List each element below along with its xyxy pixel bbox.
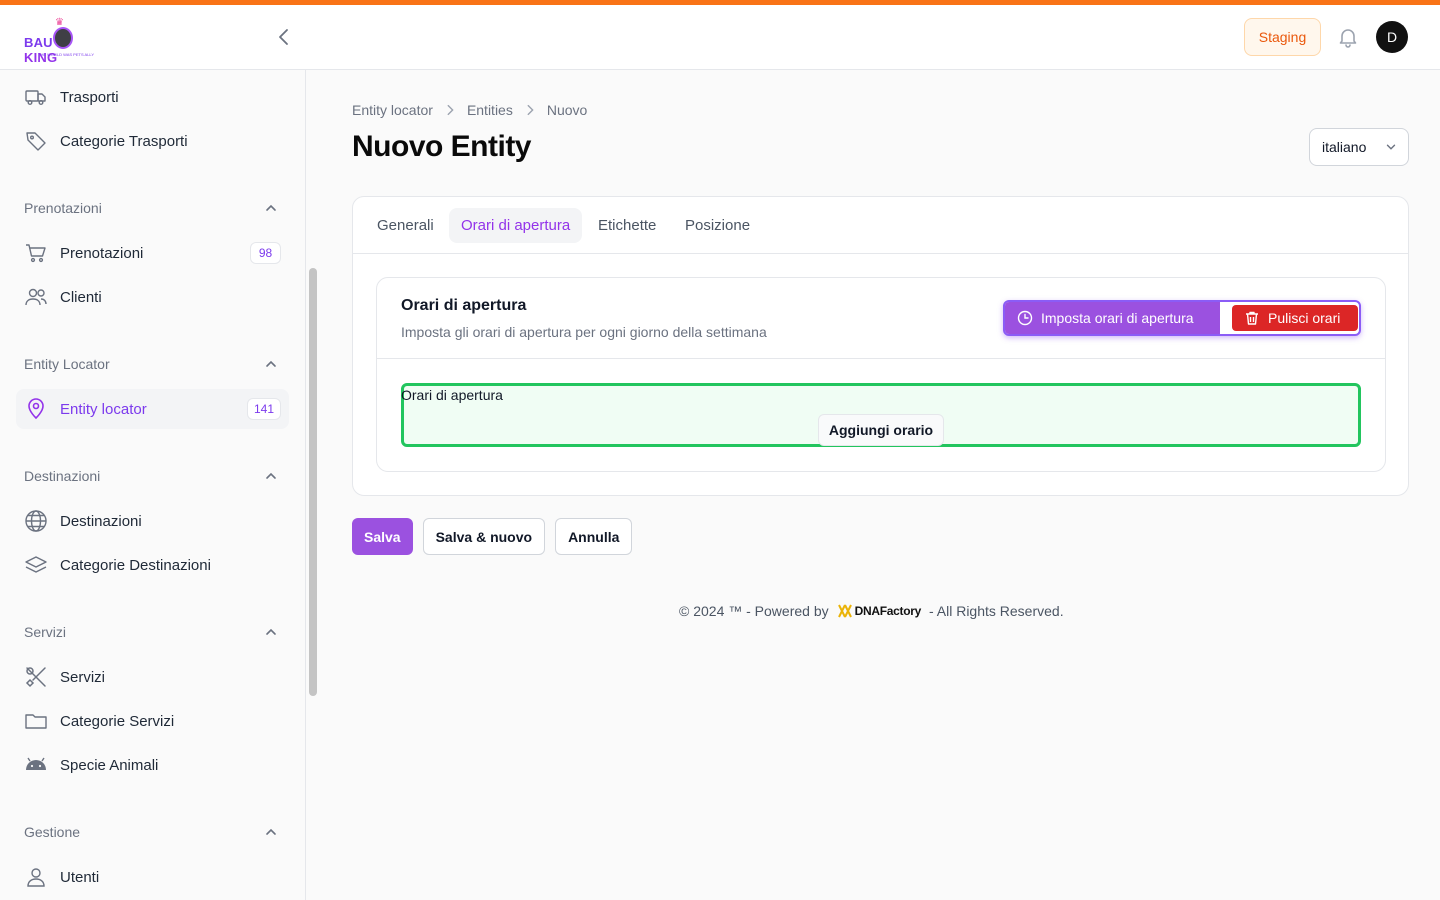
- truck-icon: [25, 90, 46, 105]
- sidebar-item-entity-locator[interactable]: Entity locator 141: [16, 389, 289, 429]
- chevron-up-icon: [266, 628, 276, 635]
- count-badge: 141: [246, 398, 281, 420]
- breadcrumb-item-entity-locator[interactable]: Entity locator: [352, 102, 433, 118]
- app-logo[interactable]: ♛ BAUKING THE WORLD WAS PETS ALLY: [24, 17, 104, 65]
- tab-generali[interactable]: Generali: [365, 208, 446, 243]
- chevron-up-icon: [266, 204, 276, 211]
- tools-icon: [25, 667, 46, 688]
- footer: © 2024 ™ - Powered by DNAFactory - All R…: [679, 603, 1064, 619]
- main-content: Entity locator Entities Nuovo Nuovo Enti…: [320, 70, 1440, 900]
- sidebar-item-categorie-destinazioni[interactable]: Categorie Destinazioni: [16, 545, 289, 585]
- section-actions: Imposta orari di apertura Pulisci orari: [1003, 300, 1361, 336]
- users-icon: [25, 288, 47, 306]
- sidebar-item-destinazioni[interactable]: Destinazioni: [16, 501, 289, 541]
- map-pin-icon: [28, 398, 44, 420]
- sidebar-group-destinazioni[interactable]: Destinazioni: [24, 466, 281, 486]
- layers-icon: [25, 556, 47, 573]
- language-select-value: italiano: [1322, 139, 1367, 155]
- user-avatar[interactable]: D: [1376, 21, 1408, 53]
- breadcrumb-item-entities[interactable]: Entities: [467, 102, 513, 118]
- language-select[interactable]: italiano: [1309, 128, 1409, 166]
- folder-icon: [25, 714, 47, 729]
- sidebar-item-label: Clienti: [60, 288, 102, 306]
- form-actions: Salva Salva & nuovo Annulla: [352, 518, 642, 556]
- save-button[interactable]: Salva: [352, 518, 413, 555]
- sidebar-item-label: Categorie Servizi: [60, 712, 175, 730]
- section-subtitle: Imposta gli orari di apertura per ogni g…: [401, 324, 767, 340]
- count-badge: 98: [250, 242, 281, 264]
- tag-icon: [26, 132, 46, 151]
- sidebar-item-label: Trasporti: [60, 88, 119, 106]
- chevron-right-icon: [447, 104, 454, 116]
- globe-icon: [25, 510, 47, 532]
- sidebar-scrollbar[interactable]: [309, 268, 317, 696]
- top-bar: ♛ BAUKING THE WORLD WAS PETS ALLY Stagin…: [0, 5, 1440, 70]
- dog-face-icon: [53, 27, 73, 49]
- chevron-up-icon: [266, 472, 276, 479]
- user-icon: [27, 868, 45, 887]
- repeater-label: Orari di apertura: [401, 387, 503, 403]
- sidebar-group-servizi[interactable]: Servizi: [24, 622, 281, 642]
- sidebar-item-prenotazioni[interactable]: Prenotazioni 98: [16, 233, 289, 273]
- chevron-up-icon: [266, 828, 276, 835]
- clear-hours-button[interactable]: Pulisci orari: [1232, 305, 1358, 331]
- sidebar-group-entity-locator[interactable]: Entity Locator: [24, 354, 281, 374]
- sidebar-item-categorie-trasporti[interactable]: Categorie Trasporti: [16, 121, 289, 161]
- android-icon: [26, 757, 46, 770]
- sidebar-item-categorie-servizi[interactable]: Categorie Servizi: [16, 701, 289, 741]
- collapse-sidebar-button[interactable]: [272, 25, 296, 49]
- breadcrumb: Entity locator Entities Nuovo: [352, 102, 587, 118]
- sidebar: Trasporti Categorie Trasporti Prenotazio…: [0, 70, 306, 900]
- sidebar-group-gestione[interactable]: Gestione: [24, 822, 281, 842]
- clock-icon: [1017, 310, 1033, 326]
- set-opening-hours-button[interactable]: Imposta orari di apertura: [1005, 302, 1220, 334]
- notifications-bell-icon[interactable]: [1336, 25, 1360, 49]
- save-and-new-button[interactable]: Salva & nuovo: [422, 518, 546, 555]
- section-header: Orari di apertura Imposta gli orari di a…: [377, 278, 1385, 359]
- sidebar-item-label: Categorie Destinazioni: [60, 556, 211, 574]
- sidebar-item-label: Entity locator: [60, 400, 147, 418]
- tab-posizione[interactable]: Posizione: [673, 208, 762, 243]
- sidebar-item-trasporti[interactable]: Trasporti: [16, 77, 289, 117]
- sidebar-group-prenotazioni[interactable]: Prenotazioni: [24, 198, 281, 218]
- sidebar-item-clienti[interactable]: Clienti: [16, 277, 289, 317]
- opening-hours-section: Orari di apertura Imposta gli orari di a…: [376, 277, 1386, 472]
- cancel-button[interactable]: Annulla: [555, 518, 633, 555]
- page-title: Nuovo Entity: [352, 130, 532, 163]
- chevron-left-icon: [279, 29, 288, 45]
- sidebar-item-label: Categorie Trasporti: [60, 132, 188, 150]
- chevron-down-icon: [1386, 144, 1396, 150]
- sidebar-item-label: Destinazioni: [60, 512, 142, 530]
- tab-etichette[interactable]: Etichette: [586, 208, 668, 243]
- dnafactory-logo[interactable]: DNAFactory: [837, 604, 921, 618]
- sidebar-item-specie-animali[interactable]: Specie Animali: [16, 745, 289, 785]
- sidebar-item-label: Prenotazioni: [60, 244, 144, 262]
- chevron-right-icon: [527, 104, 534, 116]
- tabs: Generali Orari di apertura Etichette Pos…: [353, 197, 1408, 254]
- logo-tagline: THE WORLD WAS PETS ALLY: [38, 52, 95, 57]
- sidebar-item-label: Utenti: [60, 868, 100, 886]
- sidebar-item-servizi[interactable]: Servizi: [16, 657, 289, 697]
- dna-icon: [837, 604, 852, 618]
- environment-badge[interactable]: Staging: [1244, 18, 1321, 56]
- section-title: Orari di apertura: [401, 297, 527, 314]
- chevron-up-icon: [266, 360, 276, 367]
- sidebar-item-utenti[interactable]: Utenti: [16, 857, 289, 897]
- breadcrumb-item-current: Nuovo: [546, 102, 588, 118]
- footer-suffix: - All Rights Reserved.: [928, 603, 1064, 619]
- footer-prefix: © 2024 ™ - Powered by: [679, 603, 829, 619]
- tab-orari-di-apertura[interactable]: Orari di apertura: [449, 208, 583, 243]
- trash-icon: [1246, 311, 1258, 325]
- sidebar-item-label: Servizi: [60, 668, 106, 686]
- sidebar-item-label: Specie Animali: [60, 756, 159, 774]
- form-card: Generali Orari di apertura Etichette Pos…: [352, 196, 1409, 496]
- opening-hours-repeater: Orari di apertura Aggiungi orario: [401, 383, 1361, 447]
- add-hour-button[interactable]: Aggiungi orario: [818, 414, 944, 446]
- cart-icon: [26, 244, 46, 263]
